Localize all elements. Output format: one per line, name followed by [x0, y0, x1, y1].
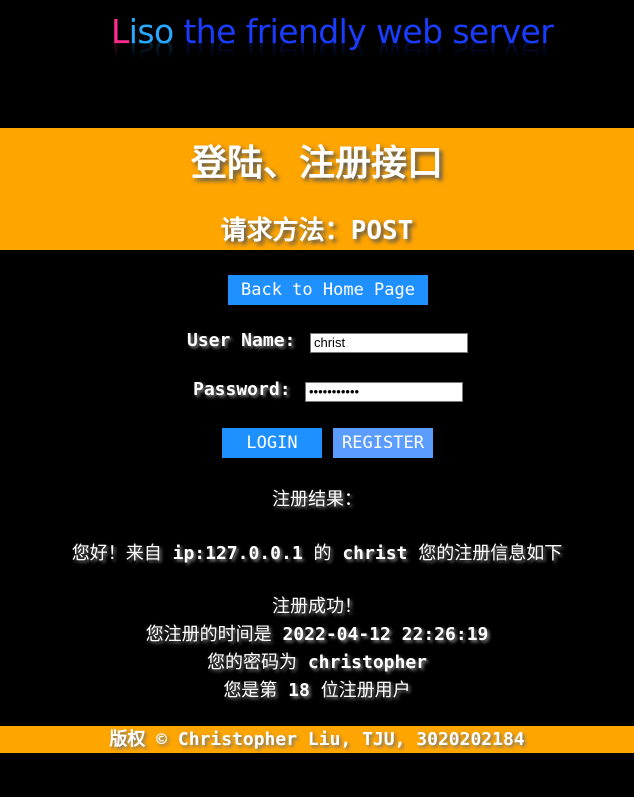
request-method-value: POST	[350, 216, 414, 246]
username-label: User Name:	[187, 330, 296, 351]
greeting-suffix: 您的注册信息如下	[407, 543, 563, 564]
user-rank-suffix: 位注册用户	[309, 680, 411, 701]
greeting-ip: ip:127.0.0.1	[172, 543, 303, 564]
greeting-prefix: 您好！来自	[71, 543, 173, 564]
logo-area: Liso the friendly web server Liso the fr…	[0, 0, 634, 128]
copyright-footer: 版权 © Christopher Liu, TJU, 3020202184	[0, 726, 634, 753]
logo-reflection-tagline: the friendly web server	[173, 42, 554, 72]
user-rank-prefix: 您是第	[223, 680, 289, 701]
logo-reflection: Liso the friendly web server	[111, 42, 553, 72]
user-rank-value: 18	[288, 680, 310, 701]
result-heading: 注册结果：	[272, 489, 362, 510]
register-time-line: 您注册的时间是 2022-04-12 22:26:19	[0, 620, 634, 646]
password-value: christopher	[307, 652, 428, 673]
back-to-home-button[interactable]: Back to Home Page	[228, 275, 428, 305]
register-time-value: 2022-04-12 22:26:19	[282, 624, 489, 645]
greeting-line: 您好！来自 ip:127.0.0.1 的 christ 您的注册信息如下	[0, 539, 634, 565]
logo-reflection-iso: iso	[128, 42, 174, 72]
register-button[interactable]: REGISTER	[333, 428, 433, 458]
greeting-user: christ	[342, 543, 408, 564]
user-rank-line: 您是第 18 位注册用户	[0, 676, 634, 702]
password-prefix: 您的密码为	[206, 652, 308, 673]
login-button[interactable]: LOGIN	[222, 428, 322, 458]
username-input[interactable]: christ	[310, 333, 468, 353]
password-line: 您的密码为 christopher	[0, 648, 634, 674]
register-time-prefix: 您注册的时间是	[145, 624, 283, 645]
request-method: 请求方法：POST	[0, 210, 634, 247]
password-label: Password:	[193, 379, 291, 400]
success-message: 注册成功！	[272, 596, 362, 617]
greeting-mid: 的	[302, 543, 343, 564]
request-method-label: 请求方法：	[220, 216, 351, 246]
page-title: 登陆、注册接口	[190, 143, 443, 184]
logo-reflection-l: L	[111, 42, 129, 72]
password-input[interactable]: •••••••••••	[305, 382, 463, 402]
